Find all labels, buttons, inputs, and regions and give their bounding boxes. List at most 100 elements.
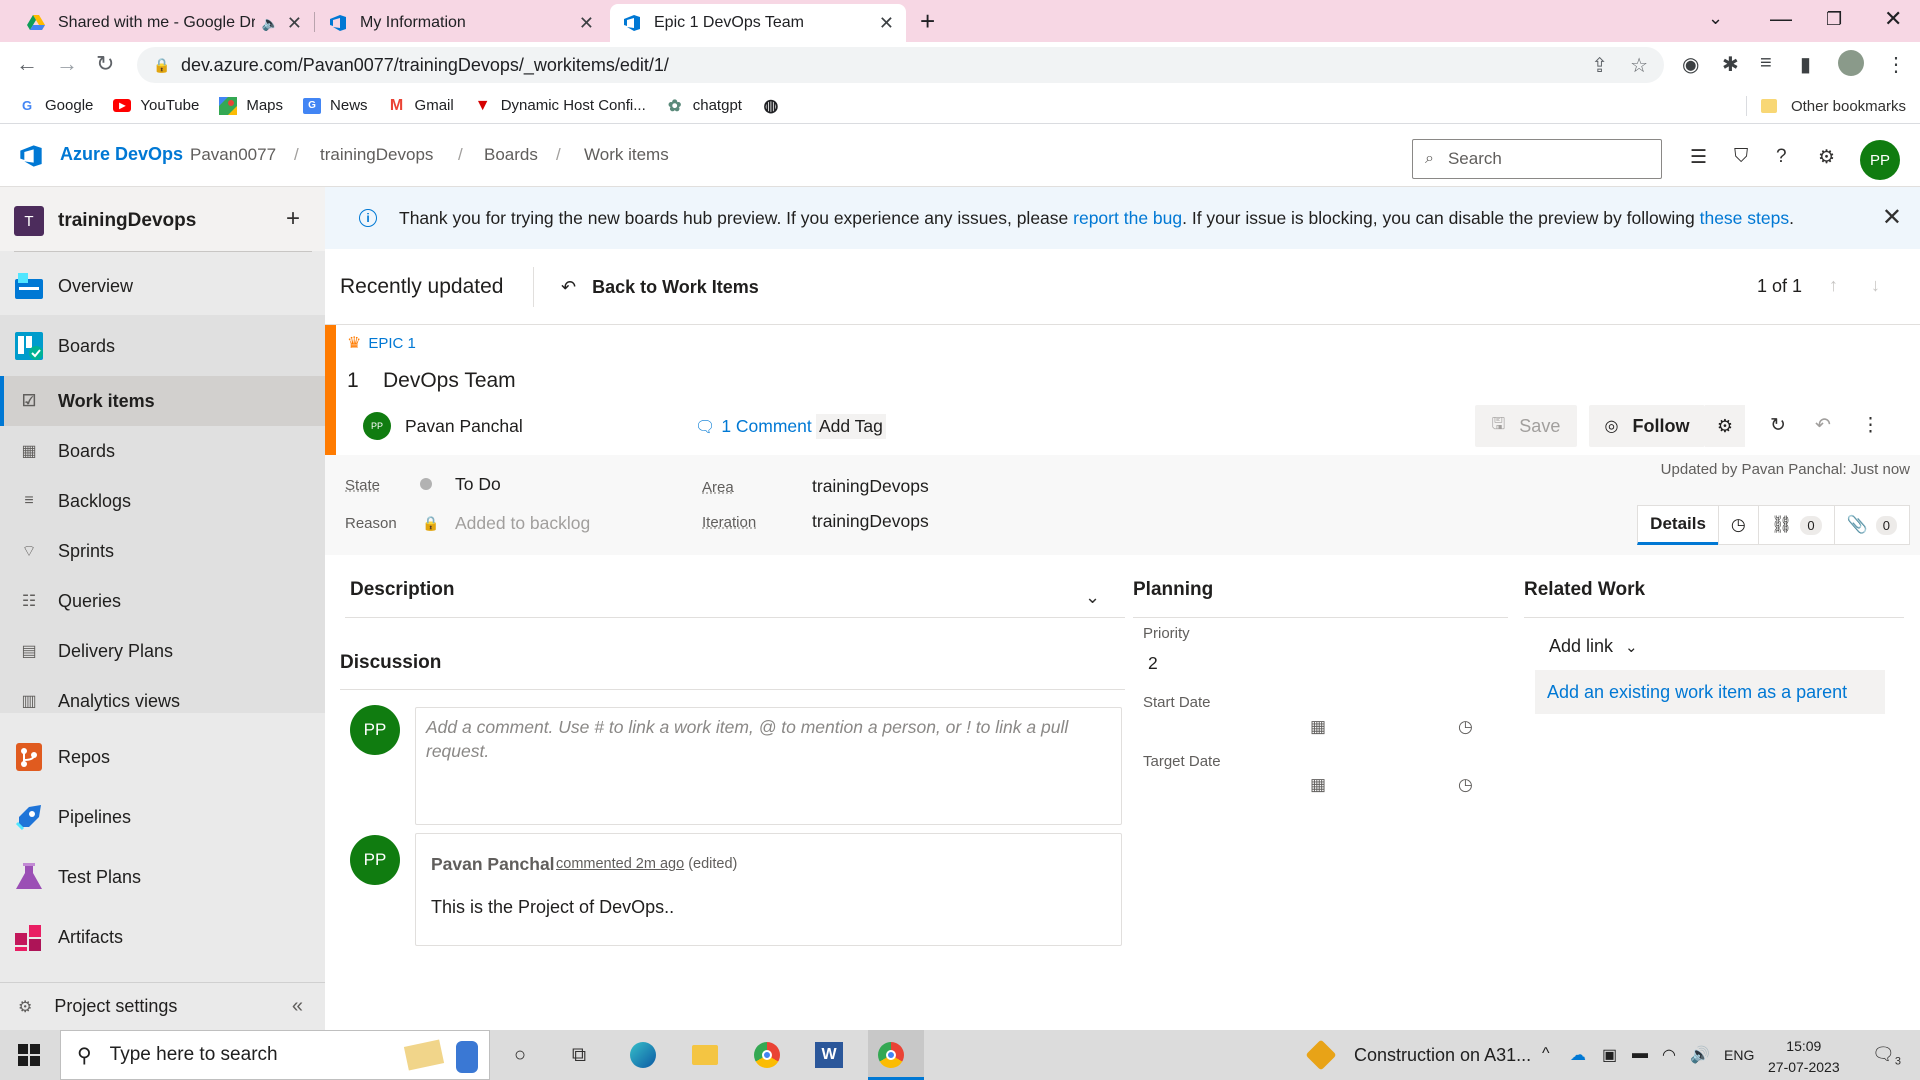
nav-queries[interactable]: ☷ Queries: [0, 576, 325, 626]
close-tab-icon[interactable]: ✕: [579, 13, 594, 34]
next-item-arrow-icon[interactable]: ↓: [1871, 275, 1880, 296]
reload-icon[interactable]: ↻: [96, 51, 114, 77]
browser-tab-my-information[interactable]: My Information ✕: [316, 4, 606, 42]
wifi-icon[interactable]: ◠: [1662, 1045, 1676, 1065]
recently-updated-label[interactable]: Recently updated: [340, 275, 503, 299]
cortana-icon[interactable]: ○: [503, 1038, 537, 1072]
chevron-up-icon[interactable]: ^: [1542, 1045, 1550, 1063]
other-bookmarks[interactable]: Other bookmarks: [1745, 96, 1906, 116]
settings-gear-button[interactable]: ⚙: [1705, 405, 1745, 447]
report-bug-link[interactable]: report the bug: [1073, 208, 1182, 228]
windows-start-button[interactable]: [18, 1044, 40, 1066]
assignee-picker[interactable]: PP Pavan Panchal: [363, 412, 523, 440]
nav-pipelines[interactable]: Pipelines: [0, 792, 325, 842]
profile-avatar[interactable]: [1838, 50, 1864, 76]
restore-window-button[interactable]: ❐: [1826, 9, 1842, 30]
task-list-icon[interactable]: ☰: [1690, 146, 1707, 169]
nav-sprints[interactable]: ⌔ Sprints: [0, 526, 325, 576]
calendar-icon[interactable]: ▦: [1310, 717, 1326, 737]
browser-tab-epic[interactable]: Epic 1 DevOps Team ✕: [610, 4, 906, 42]
calendar-icon[interactable]: ▦: [1310, 775, 1326, 795]
task-view-icon[interactable]: ⧉: [562, 1038, 596, 1072]
notification-center-icon[interactable]: 🗨3: [1872, 1044, 1901, 1068]
follow-button[interactable]: ◎ Follow: [1589, 405, 1705, 447]
work-item-title[interactable]: DevOps Team: [383, 369, 516, 393]
side-panel-icon[interactable]: ▮: [1800, 52, 1811, 77]
chevron-down-icon[interactable]: ⌄: [1085, 587, 1100, 608]
file-explorer-icon[interactable]: [688, 1038, 722, 1072]
nav-analytics-views[interactable]: ▥ Analytics views: [0, 676, 325, 726]
add-icon[interactable]: +: [286, 205, 300, 233]
bookmark-youtube[interactable]: ▶ YouTube: [113, 97, 199, 115]
forward-arrow-icon[interactable]: →: [56, 51, 78, 77]
azure-devops-logo-icon[interactable]: [18, 144, 44, 168]
comment-input[interactable]: Add a comment. Use # to link a work item…: [415, 707, 1122, 825]
collapse-nav-icon[interactable]: «: [292, 995, 303, 1018]
description-heading[interactable]: Description: [350, 579, 455, 601]
tab-links[interactable]: ⛓ 0: [1757, 505, 1835, 545]
close-tab-icon[interactable]: ✕: [287, 13, 302, 34]
chrome-active-icon[interactable]: [874, 1038, 908, 1072]
edge-icon[interactable]: [626, 1038, 660, 1072]
nav-artifacts[interactable]: Artifacts: [0, 912, 325, 962]
word-icon[interactable]: W: [812, 1038, 846, 1072]
clock[interactable]: 15:09 27-07-2023: [1768, 1036, 1840, 1078]
add-link-button[interactable]: Add link ⌄: [1549, 636, 1638, 657]
bookmark-news[interactable]: G News: [303, 97, 368, 115]
nav-test-plans[interactable]: Test Plans: [0, 852, 325, 902]
breadcrumb-work-items[interactable]: Work items: [584, 145, 669, 165]
brand-link[interactable]: Azure DevOps: [60, 144, 183, 165]
new-tab-button[interactable]: +: [920, 6, 935, 37]
shopping-bag-icon[interactable]: ⛉: [1734, 146, 1748, 168]
search-input[interactable]: ⌕ Search: [1412, 139, 1662, 179]
tab-attachments[interactable]: 📎 0: [1833, 505, 1910, 545]
nav-backlogs[interactable]: ≡ Backlogs: [0, 476, 325, 526]
iteration-path-field[interactable]: trainingDevops: [812, 511, 929, 532]
tab-history[interactable]: ◷: [1717, 505, 1759, 545]
nav-boards-sub[interactable]: ▦ Boards: [0, 426, 325, 476]
audio-icon[interactable]: 🔈: [261, 15, 278, 32]
extension-icon[interactable]: ◉: [1682, 52, 1699, 77]
bookmark-google[interactable]: G Google: [18, 97, 93, 115]
chrome-icon[interactable]: [750, 1038, 784, 1072]
help-icon[interactable]: ?: [1776, 146, 1787, 168]
more-actions-icon[interactable]: ⋮: [1861, 414, 1880, 437]
address-bar[interactable]: 🔒 dev.azure.com/Pavan0077/trainingDevops…: [137, 47, 1664, 83]
back-arrow-icon[interactable]: ←: [16, 51, 38, 77]
project-settings[interactable]: ⚙ Project settings «: [0, 982, 325, 1030]
clock-icon[interactable]: ◷: [1458, 775, 1473, 795]
comments-link[interactable]: 🗨 1 Comment: [695, 416, 812, 437]
bookmark-globe[interactable]: ◍: [762, 96, 789, 115]
puzzle-icon[interactable]: ✱: [1722, 52, 1739, 77]
add-tag-button[interactable]: Add Tag: [816, 414, 886, 439]
add-parent-link[interactable]: Add an existing work item as a parent: [1535, 670, 1885, 714]
nav-repos[interactable]: Repos: [0, 732, 325, 782]
onedrive-icon[interactable]: ☁: [1570, 1045, 1586, 1065]
priority-field[interactable]: 2: [1148, 653, 1158, 674]
bookmark-chatgpt[interactable]: ✿ chatgpt: [666, 97, 742, 115]
nav-overview[interactable]: Overview: [0, 261, 325, 311]
volume-icon[interactable]: 🔊: [1690, 1045, 1710, 1065]
undo-icon[interactable]: ↶: [1815, 414, 1831, 437]
bookmark-maps[interactable]: Maps: [219, 96, 283, 115]
bookmark-dynamic-host[interactable]: ▼ Dynamic Host Confi...: [474, 97, 646, 115]
clock-icon[interactable]: ◷: [1458, 717, 1473, 737]
tab-search-chevron-icon[interactable]: ⌄: [1708, 8, 1723, 29]
language-indicator[interactable]: ENG: [1724, 1047, 1754, 1063]
device-icon[interactable]: ▣: [1602, 1045, 1617, 1065]
user-settings-icon[interactable]: ⚙: [1818, 146, 1835, 169]
breadcrumb-organization[interactable]: Pavan0077: [190, 145, 276, 165]
save-button[interactable]: 🖫 Save: [1475, 405, 1577, 447]
close-window-button[interactable]: ✕: [1884, 6, 1902, 32]
user-avatar[interactable]: PP: [1860, 140, 1900, 180]
project-name[interactable]: trainingDevops: [58, 210, 196, 232]
close-tab-icon[interactable]: ✕: [879, 13, 894, 34]
nav-delivery-plans[interactable]: ▤ Delivery Plans: [0, 626, 325, 676]
comment-timestamp-link[interactable]: commented 2m ago: [556, 856, 684, 872]
breadcrumb-project[interactable]: trainingDevops: [320, 145, 433, 165]
nav-boards[interactable]: Boards: [0, 321, 325, 371]
these-steps-link[interactable]: these steps: [1700, 208, 1790, 228]
media-icon[interactable]: ≡: [1760, 52, 1772, 75]
previous-item-arrow-icon[interactable]: ↑: [1829, 275, 1838, 296]
battery-icon[interactable]: ▬: [1632, 1045, 1648, 1063]
